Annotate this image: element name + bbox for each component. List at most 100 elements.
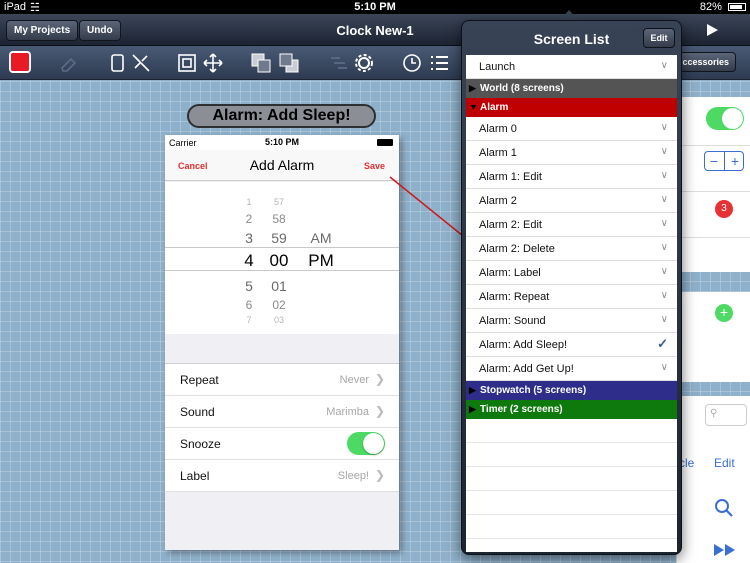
accessories-tab[interactable]: ccessories [676, 52, 736, 72]
repeat-row[interactable]: Repeat Never ❯ [165, 364, 399, 396]
screen-item-row[interactable]: Alarm: Label ∨ [466, 261, 677, 285]
picker-hour: 3 [245, 230, 253, 246]
screen-title-pill[interactable]: Alarm: Add Sleep! [187, 104, 376, 128]
eraser-icon[interactable] [58, 52, 80, 74]
snooze-toggle[interactable] [347, 432, 385, 455]
screen-list: Launch ∨ ▶ World (8 screens) ▼ Alarm Ala… [466, 55, 677, 552]
chevron-down-icon: ∨ [660, 60, 668, 71]
group-world[interactable]: ▶ World (8 screens) [466, 79, 677, 98]
chevron-down-icon: ∨ [660, 266, 668, 277]
screen-item-label: Alarm 1 [479, 147, 517, 159]
bg-add-icon: + [715, 304, 733, 322]
undo-button[interactable]: Undo [79, 20, 121, 41]
picker-minute: 57 [273, 197, 284, 207]
screen-item-label: Launch [479, 61, 516, 73]
send-backward-icon[interactable] [278, 52, 300, 74]
play-icon[interactable] [707, 24, 718, 36]
color-swatch-button[interactable] [9, 51, 31, 73]
repeat-value: Never [339, 374, 369, 386]
snooze-row: Snooze [165, 428, 399, 460]
screen-list-edit-button[interactable]: Edit [643, 28, 675, 48]
save-button[interactable]: Save [364, 161, 385, 171]
bg-toggle [706, 107, 744, 130]
screen-item-launch[interactable]: Launch ∨ [466, 55, 677, 79]
phone-time: 5:10 PM [264, 137, 299, 147]
picker-minute: 02 [272, 298, 286, 312]
move-arrows-icon[interactable] [202, 52, 224, 74]
bg-screen-controls: − + 3 [676, 97, 750, 272]
empty-row [466, 539, 677, 552]
empty-row [466, 515, 677, 539]
phone-battery-icon [377, 139, 393, 146]
screen-item-row[interactable]: Alarm: Repeat ∨ [466, 285, 677, 309]
picker-pm-selected: PM [308, 251, 334, 270]
screen-item-row[interactable]: Alarm: Add Get Up! ∨ [466, 357, 677, 381]
screen-item-row[interactable]: Alarm: Add Sleep! ✓ [466, 333, 677, 357]
phone-screen-mockup[interactable]: Carrier 5:10 PM Cancel Add Alarm Save 1 … [165, 135, 399, 550]
screen-item-row[interactable]: Alarm 2 ∨ [466, 189, 677, 213]
disclosure-down-icon: ▼ [469, 102, 478, 112]
my-projects-button[interactable]: My Projects [6, 20, 79, 41]
sound-label: Sound [180, 405, 215, 419]
battery-icon [728, 3, 746, 12]
label-row[interactable]: Label Sleep! ❯ [165, 460, 399, 492]
label-label: Label [180, 469, 210, 483]
gear-icon[interactable] [353, 52, 375, 74]
group-label: World (8 screens) [480, 83, 564, 94]
alarm-settings-list: Repeat Never ❯ Sound Marimba ❯ Snooze La… [165, 363, 399, 492]
bg-search-field: ⚲ [705, 404, 747, 426]
clock-icon[interactable] [401, 52, 423, 74]
disclosure-right-icon: ▶ [469, 404, 476, 414]
label-value: Sleep! [337, 470, 369, 482]
sound-row[interactable]: Sound Marimba ❯ [165, 396, 399, 428]
chevron-right-icon: ❯ [374, 372, 385, 386]
empty-row [466, 491, 677, 515]
time-picker[interactable]: 1 2 3 4 5 6 7 57 58 59 00 01 02 03 AM PM [165, 182, 399, 334]
phone-status-bar: Carrier 5:10 PM [165, 135, 399, 150]
chevron-down-icon: ∨ [660, 194, 668, 205]
clock-time: 5:10 PM [354, 1, 396, 13]
screen-item-row[interactable]: Alarm: Sound ∨ [466, 309, 677, 333]
picker-hour: 6 [245, 298, 253, 312]
picker-hour-selected: 4 [244, 251, 254, 270]
screen-item-row[interactable]: Alarm 2: Delete ∨ [466, 237, 677, 261]
picker-minute-selected: 00 [269, 251, 289, 270]
checkmark-icon: ✓ [657, 336, 668, 351]
bg-screen-tools: ⚲ cle Edit [676, 396, 750, 563]
screen-item-row[interactable]: Alarm 1: Edit ∨ [466, 165, 677, 189]
chevron-down-icon: ∨ [660, 170, 668, 181]
screen-item-row[interactable]: Alarm 1 ∨ [466, 141, 677, 165]
screen-item-label: Alarm 2: Delete [479, 243, 555, 255]
picker-am: AM [310, 230, 332, 246]
chevron-down-icon: ∨ [660, 314, 668, 325]
bg-edit-label: Edit [714, 456, 735, 470]
device-portrait-icon[interactable] [106, 52, 128, 74]
screen-item-row[interactable]: Alarm 2: Edit ∨ [466, 213, 677, 237]
screen-item-row[interactable]: Alarm 0 ∨ [466, 117, 677, 141]
snooze-label: Snooze [180, 437, 221, 451]
picker-hour: 7 [246, 315, 252, 325]
chevron-down-icon: ∨ [660, 362, 668, 373]
group-stopwatch[interactable]: ▶ Stopwatch (5 screens) [466, 381, 677, 400]
screen-item-label: Alarm: Label [479, 267, 541, 279]
align-icon[interactable] [328, 52, 350, 74]
fit-frame-icon[interactable] [176, 52, 198, 74]
screen-item-label: Alarm: Add Get Up! [479, 363, 574, 375]
battery-indicator: 82% [700, 1, 746, 13]
group-alarm[interactable]: ▼ Alarm [466, 98, 677, 117]
empty-row [466, 467, 677, 491]
group-timer[interactable]: ▶ Timer (2 screens) [466, 400, 677, 419]
bring-forward-icon[interactable] [250, 52, 272, 74]
picker-minute: 03 [273, 315, 284, 325]
chevron-down-icon: ∨ [660, 290, 668, 301]
no-rotate-icon[interactable] [130, 52, 152, 74]
picker-minute: 58 [272, 212, 286, 226]
chevron-down-icon: ∨ [660, 218, 668, 229]
picker-minute: 01 [271, 278, 287, 294]
sound-value: Marimba [326, 406, 369, 418]
group-label: Stopwatch (5 screens) [480, 385, 587, 396]
screen-item-label: Alarm: Sound [479, 315, 546, 327]
repeat-label: Repeat [180, 373, 219, 387]
chevron-down-icon: ∨ [660, 122, 668, 133]
list-icon[interactable] [428, 52, 450, 74]
